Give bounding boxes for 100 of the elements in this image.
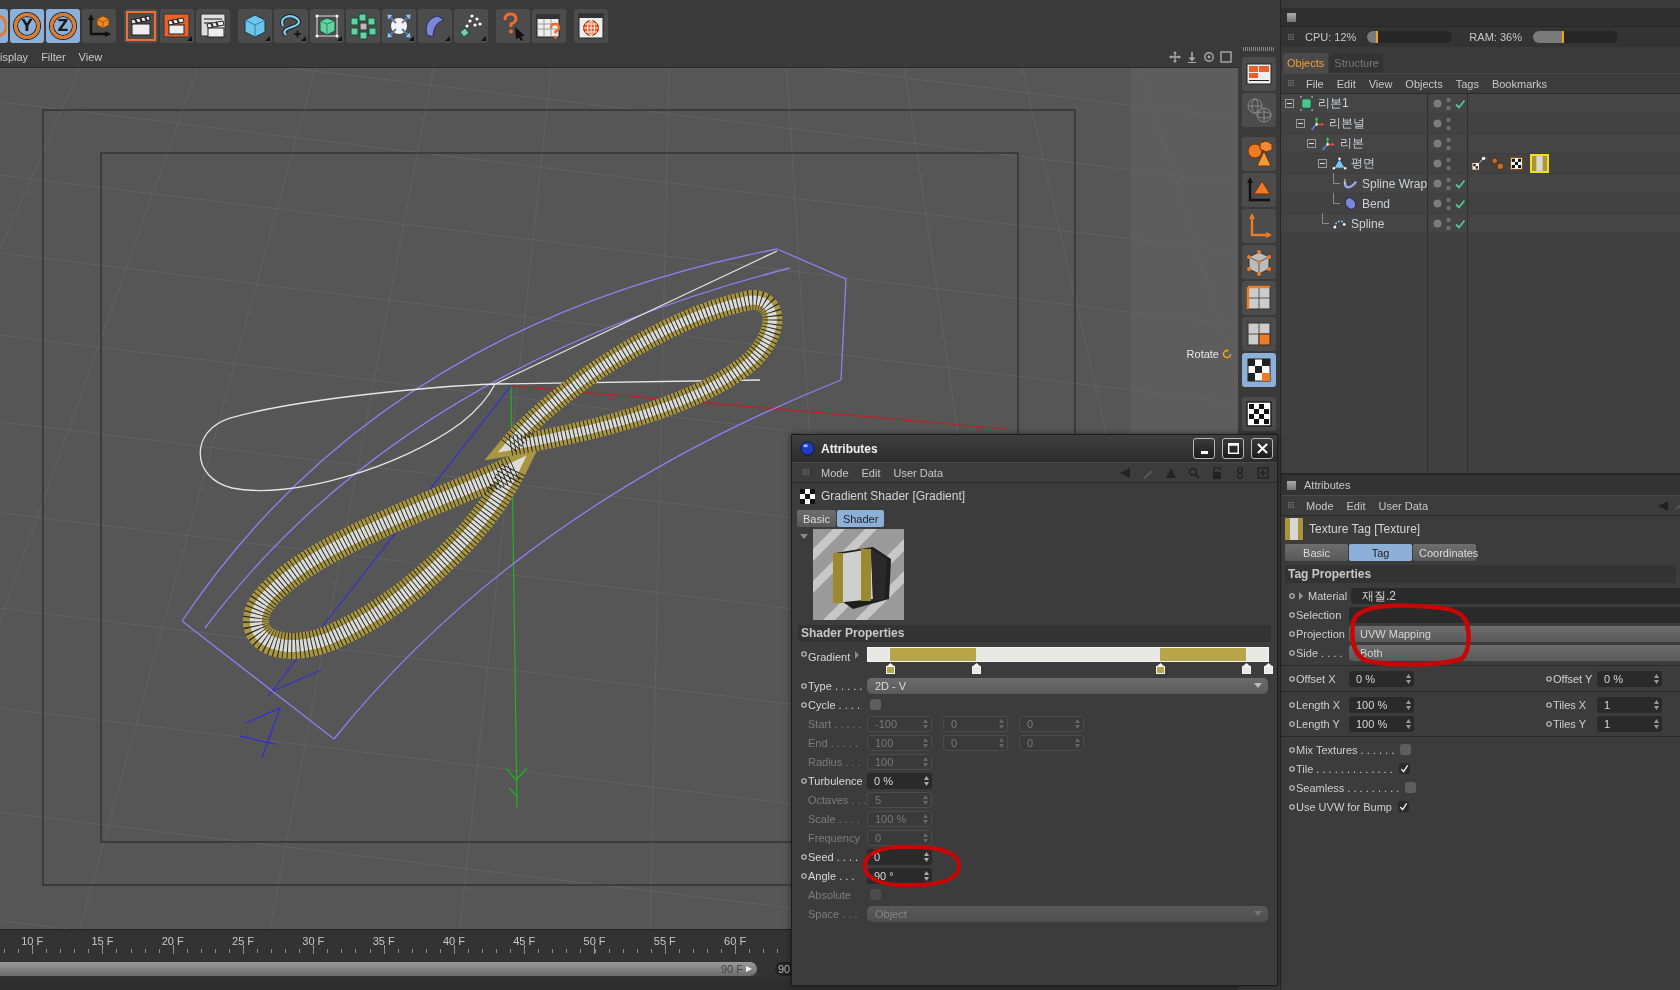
gradient-knot-icon[interactable] bbox=[1263, 663, 1273, 674]
number-field[interactable]: 1 bbox=[1597, 715, 1662, 732]
layer-dot-icon[interactable] bbox=[1433, 199, 1442, 208]
close-button[interactable] bbox=[1251, 438, 1273, 459]
enabled-check-icon[interactable] bbox=[1455, 178, 1465, 189]
number-field[interactable]: 1 bbox=[1597, 696, 1662, 713]
manager-tab[interactable]: Objects bbox=[1283, 53, 1329, 73]
menu-item[interactable]: View bbox=[78, 51, 103, 63]
axis-lock-button[interactable]: Y bbox=[10, 9, 44, 43]
visibility-dots-icon[interactable] bbox=[1446, 176, 1451, 191]
menu-item[interactable]: Edit bbox=[1336, 77, 1356, 90]
animation-dot-icon[interactable] bbox=[1289, 649, 1295, 656]
animation-dot-icon[interactable] bbox=[1546, 675, 1552, 682]
visibility-dots-icon[interactable] bbox=[1446, 96, 1451, 111]
render-view-button[interactable] bbox=[124, 9, 158, 43]
animation-dot-icon[interactable] bbox=[1546, 720, 1552, 727]
object-name[interactable]: 리본1 bbox=[1318, 95, 1349, 112]
spline-pen-button[interactable] bbox=[274, 9, 308, 43]
material-link-field[interactable]: 재질.2 bbox=[1351, 587, 1680, 604]
object-row[interactable]: 리본 bbox=[1281, 134, 1680, 154]
grip-icon[interactable] bbox=[1287, 32, 1296, 42]
animation-dot-icon[interactable] bbox=[801, 777, 807, 784]
visibility-dots-icon[interactable] bbox=[1446, 156, 1451, 171]
animation-dot-icon[interactable] bbox=[1289, 784, 1295, 791]
checkbox[interactable] bbox=[1405, 782, 1417, 793]
menu-item[interactable]: Edit bbox=[1346, 499, 1366, 512]
spinner-icon[interactable] bbox=[924, 851, 929, 862]
layer-dot-icon[interactable] bbox=[1433, 219, 1442, 228]
menu-item[interactable]: Edit bbox=[861, 466, 881, 479]
number-field[interactable]: 100 % bbox=[1349, 696, 1414, 713]
panel-menu-icon[interactable] bbox=[1287, 480, 1296, 490]
subdivision-button[interactable] bbox=[310, 9, 344, 43]
animation-dot-icon[interactable] bbox=[1546, 701, 1552, 708]
animation-dot-icon[interactable] bbox=[1289, 720, 1295, 727]
object-name[interactable]: 리본널 bbox=[1329, 115, 1365, 132]
attribute-tab[interactable]: Coordinates bbox=[1413, 544, 1476, 561]
visibility-dots-icon[interactable] bbox=[1446, 136, 1451, 151]
menu-item[interactable]: isplay bbox=[0, 51, 29, 63]
object-name[interactable]: 리본 bbox=[1340, 135, 1364, 152]
axis-lock-button[interactable]: Z bbox=[46, 9, 80, 43]
help-button[interactable] bbox=[496, 9, 530, 43]
spinner-icon[interactable] bbox=[1654, 718, 1659, 729]
animation-dot-icon[interactable] bbox=[801, 872, 807, 879]
move-view-icon[interactable] bbox=[1169, 51, 1181, 63]
layout-button[interactable] bbox=[1242, 57, 1276, 91]
menu-item[interactable]: File bbox=[1306, 77, 1324, 90]
object-row[interactable]: 리본1 bbox=[1281, 94, 1680, 114]
enabled-check-icon[interactable] bbox=[1455, 198, 1465, 209]
spinner-icon[interactable] bbox=[924, 775, 929, 786]
disclosure-triangle-icon[interactable] bbox=[800, 534, 808, 540]
coordinate-system-button[interactable] bbox=[82, 9, 116, 43]
checkbox[interactable] bbox=[1398, 763, 1410, 774]
visibility-dots-icon[interactable] bbox=[1446, 116, 1451, 131]
number-field[interactable]: 0 % bbox=[867, 772, 932, 789]
dropdown[interactable]: UVW Mapping bbox=[1349, 625, 1680, 642]
enabled-check-icon[interactable] bbox=[1455, 218, 1465, 229]
attribute-tab[interactable]: Shader bbox=[836, 510, 885, 527]
menu-item[interactable]: Filter bbox=[41, 51, 66, 63]
disclosure-triangle-icon[interactable] bbox=[1298, 591, 1304, 600]
object-name[interactable]: Spline Wrap bbox=[1362, 176, 1428, 191]
animation-dot-icon[interactable] bbox=[1289, 675, 1295, 682]
enabled-check-icon[interactable] bbox=[1455, 98, 1465, 109]
cube-button[interactable] bbox=[238, 9, 272, 43]
animation-dot-icon[interactable] bbox=[801, 853, 807, 860]
visibility-dots-icon[interactable] bbox=[1446, 196, 1451, 211]
animation-dot-icon[interactable] bbox=[1289, 765, 1295, 772]
layer-dot-icon[interactable] bbox=[1433, 99, 1442, 108]
visibility-dots-icon[interactable] bbox=[1446, 216, 1451, 231]
menu-item[interactable]: Objects bbox=[1405, 77, 1443, 90]
web-button[interactable] bbox=[574, 9, 608, 43]
zoom-view-icon[interactable] bbox=[1186, 51, 1198, 63]
spinner-icon[interactable] bbox=[1654, 673, 1659, 684]
animation-dot-icon[interactable] bbox=[1289, 630, 1295, 637]
menu-item[interactable]: Tags bbox=[1455, 77, 1479, 90]
layer-dot-icon[interactable] bbox=[1433, 119, 1442, 128]
attribute-tab[interactable]: Basic bbox=[797, 510, 836, 527]
spinner-icon[interactable] bbox=[924, 870, 929, 881]
reference-button[interactable] bbox=[532, 9, 566, 43]
scene-button[interactable] bbox=[382, 9, 416, 43]
number-field[interactable]: 0 % bbox=[1349, 670, 1414, 687]
number-field[interactable]: 100 % bbox=[1349, 715, 1414, 732]
minimize-button[interactable] bbox=[1193, 438, 1215, 459]
animation-dot-icon[interactable] bbox=[801, 701, 807, 708]
menu-item[interactable]: User Data bbox=[893, 466, 944, 479]
grip-icon[interactable] bbox=[802, 468, 811, 477]
layer-dot-icon[interactable] bbox=[1433, 159, 1442, 168]
texture-mode-button[interactable] bbox=[1242, 397, 1276, 431]
menu-item[interactable]: Mode bbox=[821, 466, 849, 479]
attribute-tab[interactable]: Tag bbox=[1349, 544, 1412, 561]
animation-dot-icon[interactable] bbox=[1289, 611, 1295, 618]
particles-button[interactable] bbox=[454, 9, 488, 43]
object-row[interactable]: Spline bbox=[1281, 214, 1680, 234]
grip-icon[interactable] bbox=[1287, 501, 1296, 510]
uv-tag-icon[interactable] bbox=[1471, 156, 1486, 171]
gradient-knot-icon[interactable] bbox=[971, 663, 981, 674]
checker-tag-icon[interactable] bbox=[1509, 156, 1524, 171]
gradient-knot-icon[interactable] bbox=[1241, 663, 1251, 674]
panel-menu-icon[interactable] bbox=[1287, 12, 1296, 22]
object-name[interactable]: Spline bbox=[1351, 216, 1385, 231]
gradient-knot-icon[interactable] bbox=[1155, 663, 1165, 674]
